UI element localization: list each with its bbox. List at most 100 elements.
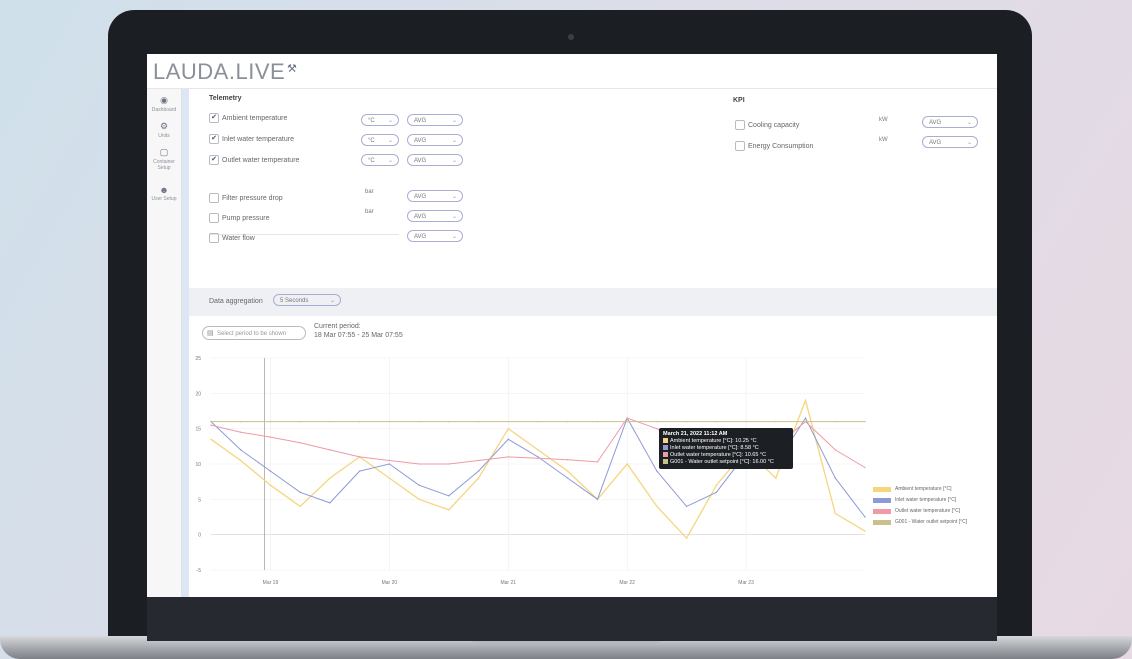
checkbox-unchecked[interactable] xyxy=(209,193,219,203)
chevron-down-icon: ⌄ xyxy=(387,158,393,164)
unit-select[interactable]: °C ⌄ xyxy=(361,154,399,166)
telemetry-row-inlet[interactable]: ✔ Inlet water temperature xyxy=(209,134,294,148)
telemetry-row-outlet[interactable]: ✔ Outlet water temperature xyxy=(209,155,299,169)
chart-svg: 25 20 15 10 5 0 -5 Mar 19 Mar 20 Mar 21 Mar 22 Mar … xyxy=(195,356,866,586)
camera-dot xyxy=(568,34,574,40)
kpi-row-cooling[interactable]: Cooling capacity xyxy=(735,120,799,134)
screen-bottom-strip xyxy=(147,597,997,641)
data-point xyxy=(626,463,628,465)
telemetry-chart: 25 20 15 10 5 0 -5 Mar 19 Mar 20 Mar 21 Mar 22 Mar … xyxy=(189,350,997,597)
data-point xyxy=(418,498,420,501)
telemetry-row-pump-pressure[interactable]: Pump pressure xyxy=(209,213,269,227)
chart-tooltip: March 21, 2022 11:12 AM Ambient temperat… xyxy=(659,428,793,469)
sidebar-item-container-setup[interactable]: ▢ Container Setup xyxy=(147,147,181,171)
aggregation-select[interactable]: AVG ⌄ xyxy=(407,230,463,242)
data-point xyxy=(477,420,480,423)
legend-item[interactable]: Ambient temperature [°C] xyxy=(873,485,967,496)
sidebar-item-dashboard[interactable]: ◉ Dashboard xyxy=(147,95,181,113)
aggregation-interval-select[interactable]: 5 Seconds ⌄ xyxy=(273,294,341,306)
checkbox-unchecked[interactable] xyxy=(209,213,219,223)
data-point xyxy=(656,427,658,430)
data-point xyxy=(418,420,420,423)
checkbox-checked[interactable]: ✔ xyxy=(209,155,219,165)
data-point xyxy=(567,459,569,461)
aggregation-select[interactable]: AVG ⌄ xyxy=(407,190,463,202)
data-point xyxy=(388,459,391,462)
telemetry-label: Pump pressure xyxy=(222,214,270,222)
data-point xyxy=(448,495,450,497)
select-period-button[interactable]: ▤ Select period to be shown xyxy=(202,326,306,340)
aggregation-select[interactable]: AVG ⌄ xyxy=(407,154,463,166)
sidebar-item-label: User Setup xyxy=(151,196,177,202)
user-icon: ☻ xyxy=(159,185,169,195)
checkbox-unchecked[interactable] xyxy=(735,141,745,151)
telemetry-row-ambient[interactable]: ✔ Ambient temperature xyxy=(209,113,287,127)
y-tick-label: 5 xyxy=(198,497,201,503)
data-point xyxy=(388,477,391,479)
y-tick-label: -5 xyxy=(197,568,202,574)
telemetry-label: Water flow xyxy=(222,234,255,242)
sidebar-item-label: Container Setup xyxy=(153,159,175,171)
data-point xyxy=(299,505,301,508)
data-point xyxy=(596,420,599,423)
chevron-down-icon: ⌄ xyxy=(451,138,457,144)
calendar-icon: ▤ xyxy=(207,330,214,337)
aggregation-select[interactable]: AVG ⌄ xyxy=(407,134,463,146)
aggregation-select[interactable]: AVG ⌄ xyxy=(922,136,978,148)
data-point xyxy=(834,512,836,515)
telemetry-label: Filter pressure drop xyxy=(222,194,283,202)
data-point xyxy=(448,463,450,465)
checkbox-unchecked[interactable] xyxy=(735,120,745,130)
legend-item[interactable]: Inlet water temperature [°C] xyxy=(873,496,967,507)
sidebar-item-user-setup[interactable]: ☻ User Setup xyxy=(147,185,181,202)
tooltip-line: Inlet water temperature [°C]: 8.58 °C xyxy=(663,445,789,452)
chevron-down-icon: ⌄ xyxy=(966,140,972,146)
chevron-down-icon: ⌄ xyxy=(387,138,393,144)
data-point xyxy=(240,431,242,433)
tooltip-line: Outlet water temperature [°C]: 10.65 °C xyxy=(663,452,789,459)
telemetry-row-filter-pressure[interactable]: Filter pressure drop xyxy=(209,193,283,207)
data-point xyxy=(567,420,569,423)
unit-select[interactable]: °C ⌄ xyxy=(361,134,399,146)
checkbox-unchecked[interactable] xyxy=(209,233,219,243)
chevron-down-icon: ⌄ xyxy=(451,234,457,240)
data-point xyxy=(388,463,391,465)
checkbox-checked[interactable]: ✔ xyxy=(209,113,219,123)
kpi-label: Energy Consumption xyxy=(748,142,814,150)
data-point xyxy=(240,459,242,462)
dashboard-icon: ◉ xyxy=(160,95,168,105)
data-point xyxy=(656,420,658,423)
data-point xyxy=(299,420,301,423)
checkbox-checked[interactable]: ✔ xyxy=(209,134,219,144)
sidebar-rail xyxy=(182,89,189,597)
data-point xyxy=(210,438,212,440)
legend-item[interactable]: Outlet water temperature [°C] xyxy=(873,507,967,518)
data-point xyxy=(329,420,331,423)
tooltip-line: Ambient temperature [°C]: 10.25 °C xyxy=(663,438,789,445)
kpi-row-energy[interactable]: Energy Consumption xyxy=(735,141,813,155)
data-point xyxy=(656,470,658,472)
legend-item[interactable]: G001 - Water outlet setpoint [°C] xyxy=(873,518,967,529)
sidebar-item-units[interactable]: ⚙ Units xyxy=(147,121,181,139)
unit-select[interactable]: °C ⌄ xyxy=(361,114,399,126)
kpi-label: Cooling capacity xyxy=(748,121,800,129)
chevron-down-icon: ⌄ xyxy=(451,118,457,124)
chevron-down-icon: ⌄ xyxy=(451,158,457,164)
wrench-icon[interactable]: ⚒ xyxy=(287,62,297,75)
aggregation-select[interactable]: AVG ⌄ xyxy=(407,210,463,222)
aggregation-select[interactable]: AVG ⌄ xyxy=(407,114,463,126)
data-point xyxy=(329,477,331,479)
aggregation-select[interactable]: AVG ⌄ xyxy=(922,116,978,128)
telemetry-row-water-flow[interactable]: Water flow xyxy=(209,233,255,247)
kpi-title: KPI xyxy=(733,97,745,104)
chart-legend: Ambient temperature [°C] Inlet water tem… xyxy=(873,485,967,529)
data-point xyxy=(834,449,836,451)
x-tick-label: Mar 22 xyxy=(619,580,635,586)
sidebar-item-label: Dashboard xyxy=(151,107,177,113)
aggregation-label: Data aggregation xyxy=(209,298,263,305)
data-point xyxy=(329,502,331,504)
container-icon: ▢ xyxy=(159,147,169,157)
unit-label: kW xyxy=(879,137,888,143)
data-point xyxy=(448,509,450,511)
x-tick-label: Mar 23 xyxy=(738,580,754,586)
